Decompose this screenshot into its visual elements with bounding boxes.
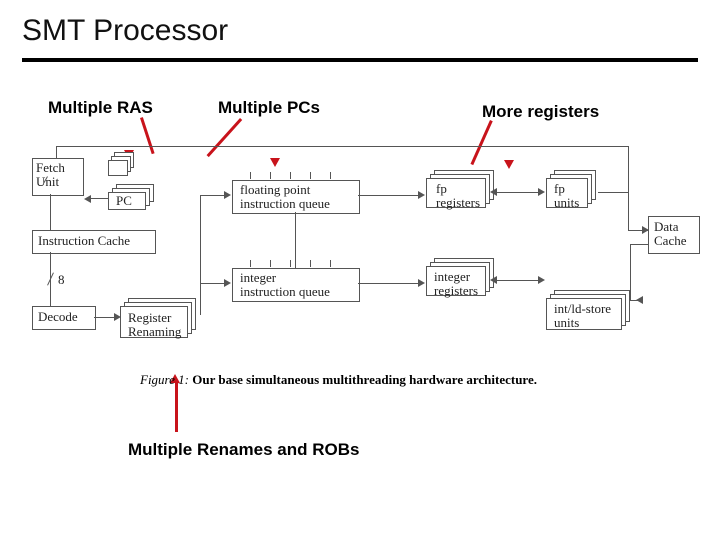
arrowhead-ldst-back [636, 296, 643, 304]
text-ldst: int/ld-storeunits [554, 302, 611, 330]
text-rename: RegisterRenaming [128, 311, 181, 339]
connector-dcache-down1 [628, 192, 629, 230]
callout-arrow-ras [140, 117, 155, 154]
callout-arrow-pcs [207, 118, 243, 157]
connector-dcache-down2 [630, 244, 631, 300]
text-intreg: integerregisters [434, 270, 478, 298]
label-multiple-pcs: Multiple PCs [218, 98, 320, 118]
arrowhead-fpunits-r [538, 188, 545, 196]
connector-intreg-ldst [494, 280, 542, 281]
slide-stage: { "title": "SMT Processor", "labels": { … [0, 0, 720, 540]
arrowhead-to-fpq [224, 191, 231, 199]
tick-fpq-1 [250, 172, 251, 179]
tick-intq-5 [330, 260, 331, 267]
figure-caption: Figure 1: Our base simultaneous multithr… [140, 372, 537, 388]
label-more-registers: More registers [482, 102, 599, 122]
callout-arrowhead-regs [504, 160, 514, 169]
connector-dcache-in2 [630, 244, 648, 245]
arrowhead-dcache-in1 [642, 226, 649, 234]
connector-return-into-fetch [56, 146, 57, 158]
text-fpq: floating pointinstruction queue [240, 183, 330, 211]
text-intq: integerinstruction queue [240, 271, 330, 299]
connector-return-bus [56, 146, 628, 147]
text-dcache: DataCache [654, 220, 686, 248]
block-ras-stack [108, 152, 134, 176]
arrowhead-ldst-r [538, 276, 545, 284]
caption-text: Our base simultaneous multithreading har… [192, 372, 537, 387]
arrowhead-decode-rename [114, 313, 121, 321]
text-fetch-unit: FetchUnit [36, 161, 65, 189]
text-pc: PC [116, 194, 132, 208]
text-fpunits: fpunits [554, 182, 579, 210]
label-multiple-renames: Multiple Renames and ROBs [128, 440, 359, 460]
arrowhead-fpunits-l [490, 188, 497, 196]
tick-intq-4 [310, 260, 311, 267]
caption-lead: Figure 1: [140, 372, 189, 387]
connector-fetch-icache [50, 194, 51, 230]
callout-arrowhead-pcs [270, 158, 280, 167]
slide-title: SMT Processor [22, 14, 228, 48]
arrowhead-ldst-l [490, 276, 497, 284]
tick-fpq-2 [270, 172, 271, 179]
tick-fpq-5 [330, 172, 331, 179]
connector-pc-fetch [91, 198, 108, 199]
text-fpreg: fpregisters [436, 182, 480, 210]
tick-intq-3 [290, 260, 291, 267]
title-rule [22, 58, 698, 62]
arrow-pc-to-fetch [84, 195, 91, 203]
connector-queues [295, 212, 296, 268]
tick-intq-2 [270, 260, 271, 267]
connector-fpunits-out [598, 192, 628, 193]
arrowhead-intq-intreg [418, 279, 425, 287]
connector-fpq-fpreg [358, 195, 422, 196]
tick-fpq-3 [290, 172, 291, 179]
connector-fpreg-fpunits [494, 192, 542, 193]
label-multiple-ras: Multiple RAS [48, 98, 153, 118]
arrowhead-fpq-fpreg [418, 191, 425, 199]
connector-rename-vert [200, 195, 201, 315]
connector-intq-intreg [358, 283, 422, 284]
text-icache: Instruction Cache [38, 234, 130, 248]
text-buswidth: 8 [58, 273, 65, 287]
callout-arrow-regs [470, 120, 492, 165]
connector-return-drop [628, 146, 629, 192]
arrowhead-to-intq [224, 279, 231, 287]
tick-intq-1 [250, 260, 251, 267]
text-decode: Decode [38, 310, 78, 324]
callout-arrow-renames [175, 382, 178, 432]
tick-fpq-4 [310, 172, 311, 179]
